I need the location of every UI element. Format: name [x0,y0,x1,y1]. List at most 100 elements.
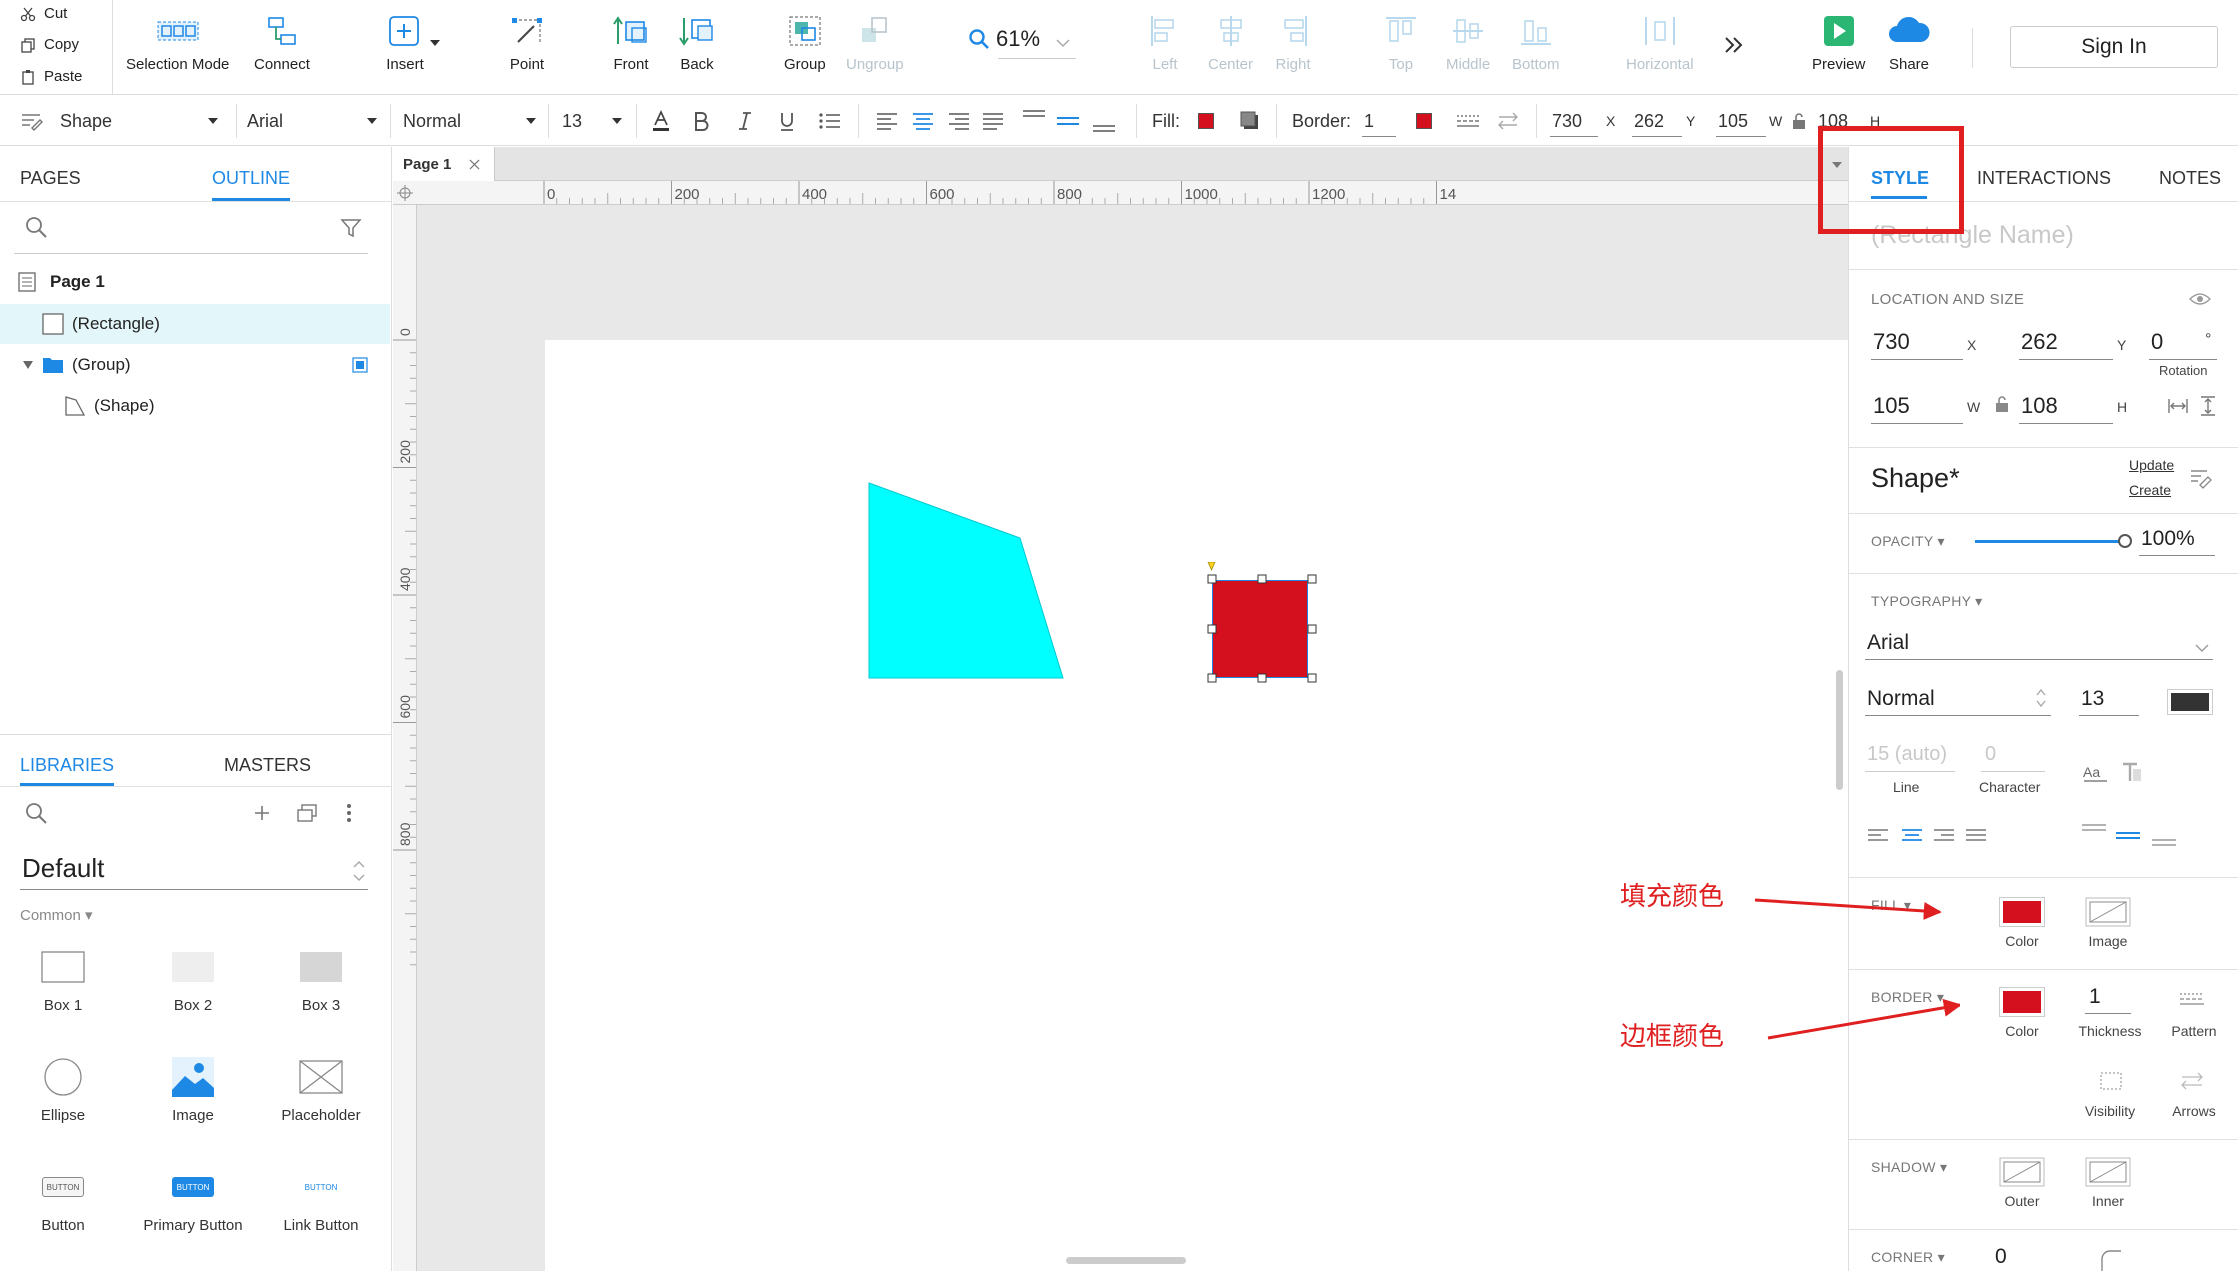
connect-button[interactable]: Connect [254,14,310,73]
tab-page-1[interactable]: Page 1 [393,147,495,181]
valign-middle-button[interactable] [1056,96,1080,146]
library-item-image[interactable]: Image [128,1047,258,1124]
font-dropdown-caret-icon[interactable] [367,118,377,124]
cyan-shape-path[interactable] [868,482,1064,679]
underline-button[interactable] [778,96,796,146]
library-category[interactable]: Common ▾ [20,906,93,924]
tab-libraries[interactable]: LIBRARIES [20,755,114,776]
library-item-box-3[interactable]: Box 3 [256,937,386,1014]
close-icon[interactable] [469,158,480,170]
w-field[interactable]: 105 [1718,96,1748,146]
border-thickness-input[interactable]: 1 [2089,985,2101,1009]
h-input[interactable]: 108 [2021,393,2058,419]
opacity-title[interactable]: OPACITY ▾ [1871,533,1945,550]
opacity-slider-track[interactable] [1975,534,2132,548]
valign-bottom-button[interactable] [1092,96,1116,146]
tree-group-row[interactable]: (Group) [0,345,390,385]
canvas-vertical-scrollbar[interactable] [1836,670,1843,790]
font-dropdown[interactable]: Arial [247,96,283,146]
library-item-box-2[interactable]: Box 2 [128,937,258,1014]
valign-top-button[interactable] [1022,96,1046,146]
add-library-button[interactable] [252,803,272,823]
align-middle-button[interactable]: Middle [1446,14,1490,73]
fill-color-button[interactable] [1999,897,2045,927]
text-align-center-button[interactable] [912,96,934,146]
selection-handles[interactable] [1203,562,1329,686]
typography-font-select[interactable]: Arial [1867,631,1909,655]
text-case-icon[interactable]: Aa [2083,763,2109,783]
style-dropdown-caret-icon[interactable] [208,118,218,124]
insert-dropdown-icon[interactable] [430,40,440,46]
border-thickness-field[interactable]: 1 [1364,96,1374,146]
fit-width-icon[interactable] [2167,397,2189,415]
page-canvas[interactable] [545,340,1848,1271]
create-style-link[interactable]: Create [2129,482,2171,498]
character-spacing-input[interactable]: 0 [1985,743,1996,766]
tab-masters[interactable]: MASTERS [224,755,311,776]
tab-pages[interactable]: PAGES [20,168,81,189]
border-arrows-icon[interactable] [2179,1071,2205,1091]
fill-shadow-button[interactable] [1240,111,1260,131]
y-input[interactable]: 262 [2021,329,2058,355]
zoom-value[interactable]: 61% [996,26,1040,52]
text-justify-button[interactable] [982,96,1004,146]
tree-shape-row[interactable]: (Shape) [0,386,390,426]
corner-radius-icon[interactable] [2099,1249,2123,1271]
cyan-shape[interactable] [866,482,1066,682]
insert-button[interactable]: Insert [386,14,424,73]
paragraph-valign-middle-icon[interactable] [2115,823,2141,847]
border-arrows-button[interactable] [1496,111,1520,131]
paragraph-justify-icon[interactable] [1965,827,1987,845]
more-tools-button[interactable] [1718,30,1748,60]
update-style-link[interactable]: Update [2129,457,2174,473]
italic-button[interactable] [736,96,754,146]
weight-dropdown[interactable]: Normal [403,96,461,146]
library-item-button[interactable]: BUTTON Button [0,1157,128,1234]
y-field[interactable]: 262 [1634,96,1664,146]
library-select[interactable]: Default [22,853,104,884]
paragraph-align-center-icon[interactable] [1901,827,1923,845]
library-item-primary-button[interactable]: BUTTON Primary Button [128,1157,258,1234]
shadow-title[interactable]: SHADOW ▾ [1871,1159,1947,1176]
rotation-input[interactable]: 0 [2151,329,2163,355]
distribute-horizontal-button[interactable]: Horizontal [1626,14,1694,73]
paragraph-valign-top-icon[interactable] [2081,823,2107,847]
align-center-button[interactable]: Center [1208,14,1253,73]
size-dropdown-caret-icon[interactable] [612,118,622,124]
selection-mode-button[interactable]: Selection Mode [126,14,229,73]
opacity-value[interactable]: 100% [2141,527,2195,551]
library-windows-button[interactable] [296,803,318,823]
library-item-box-1[interactable]: Box 1 [0,937,128,1014]
tree-page-row[interactable]: Page 1 [0,262,390,302]
fit-height-icon[interactable] [2199,395,2217,417]
bring-front-button[interactable]: Front [612,14,650,73]
border-pattern-button[interactable] [1456,111,1480,131]
typography-size-input[interactable]: 13 [2081,687,2104,711]
line-height-input[interactable]: 15 (auto) [1867,743,1947,766]
share-button[interactable]: Share [1886,14,1932,73]
aspect-lock-button[interactable] [1792,112,1806,130]
border-pattern-icon[interactable] [2179,989,2205,1009]
aspect-lock-icon[interactable] [1995,395,2009,413]
fill-image-icon[interactable] [2085,897,2131,927]
preview-button[interactable]: Preview [1812,14,1865,73]
send-back-button[interactable]: Back [678,14,716,73]
outline-filter-button[interactable] [340,217,364,239]
library-item-ellipse[interactable]: Ellipse [0,1047,128,1124]
library-more-button[interactable] [346,803,356,823]
text-align-left-button[interactable] [876,96,898,146]
outer-shadow-icon[interactable] [1999,1157,2045,1187]
tab-outline[interactable]: OUTLINE [212,168,290,189]
size-dropdown[interactable]: 13 [562,96,582,146]
typography-weight-select[interactable]: Normal [1867,687,1935,711]
align-top-button[interactable]: Top [1382,14,1420,73]
align-right-button[interactable]: Right [1274,14,1312,73]
copy-button[interactable]: Copy [20,36,79,53]
library-item-placeholder[interactable]: Placeholder [256,1047,386,1124]
cut-button[interactable]: Cut [20,5,67,22]
sign-in-button[interactable]: Sign In [2010,26,2218,68]
group-button[interactable]: Group [784,14,826,73]
align-left-button[interactable]: Left [1146,14,1184,73]
paste-button[interactable]: Paste [20,68,82,85]
text-align-right-button[interactable] [948,96,970,146]
